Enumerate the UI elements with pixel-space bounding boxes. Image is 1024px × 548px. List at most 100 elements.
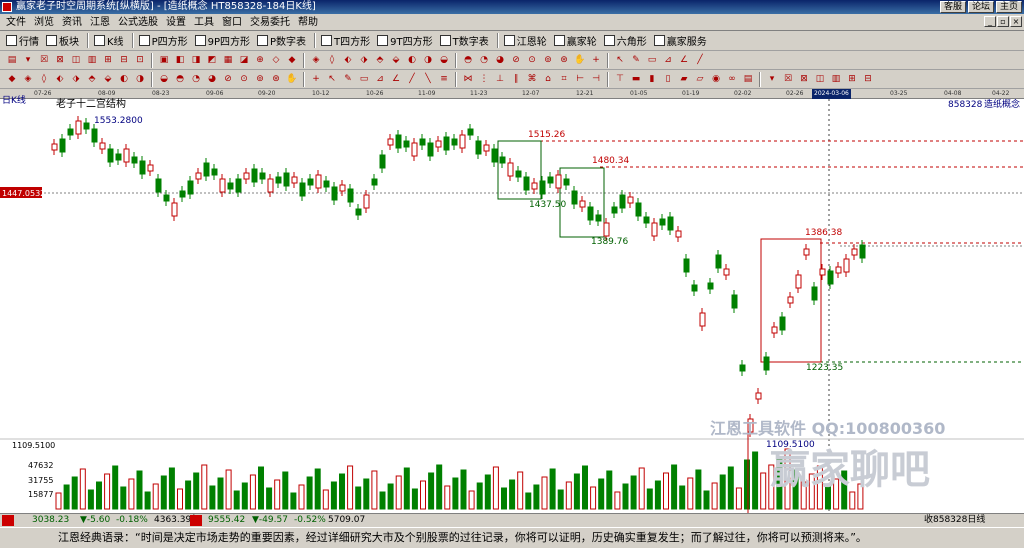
- analysis-tool-icon[interactable]: ◔: [189, 72, 203, 86]
- drawing-tool-icon[interactable]: ◓: [461, 53, 475, 67]
- minimize-icon[interactable]: _: [984, 16, 996, 27]
- drawing-tool-icon[interactable]: ◔: [477, 53, 491, 67]
- analysis-tool-icon[interactable]: ◆: [5, 72, 19, 86]
- drawing-tool-icon[interactable]: ◑: [421, 53, 435, 67]
- analysis-tool-icon[interactable]: ╲: [421, 72, 435, 86]
- toolbar-button-11[interactable]: 六角形: [602, 33, 652, 49]
- analysis-tool-icon[interactable]: ▬: [629, 72, 643, 86]
- drawing-tool-icon[interactable]: ◪: [237, 53, 251, 67]
- toolbar-button-0[interactable]: 行情: [4, 33, 44, 49]
- analysis-tool-icon[interactable]: ▤: [741, 72, 755, 86]
- analysis-tool-icon[interactable]: ▥: [829, 72, 843, 86]
- analysis-tool-icon[interactable]: ⋈: [461, 72, 475, 86]
- drawing-tool-icon[interactable]: ☒: [37, 53, 51, 67]
- analysis-tool-icon[interactable]: ↖: [325, 72, 339, 86]
- drawing-tool-icon[interactable]: ⬘: [373, 53, 387, 67]
- drawing-tool-icon[interactable]: ◆: [285, 53, 299, 67]
- drawing-tool-icon[interactable]: ◫: [69, 53, 83, 67]
- analysis-tool-icon[interactable]: ∞: [725, 72, 739, 86]
- analysis-tool-icon[interactable]: ⊠: [797, 72, 811, 86]
- drawing-tool-icon[interactable]: ⬙: [389, 53, 403, 67]
- drawing-tool-icon[interactable]: ⬗: [357, 53, 371, 67]
- analysis-tool-icon[interactable]: ◊: [37, 72, 51, 86]
- menu-settings[interactable]: 设置: [162, 15, 190, 30]
- close-icon[interactable]: ×: [1010, 16, 1022, 27]
- drawing-tool-icon[interactable]: ▣: [157, 53, 171, 67]
- analysis-tool-icon[interactable]: ⊞: [845, 72, 859, 86]
- drawing-tool-icon[interactable]: ◇: [269, 53, 283, 67]
- analysis-tool-icon[interactable]: ▭: [357, 72, 371, 86]
- analysis-tool-icon[interactable]: ⌘: [525, 72, 539, 86]
- analysis-tool-icon[interactable]: ◕: [205, 72, 219, 86]
- drawing-tool-icon[interactable]: ▤: [5, 53, 19, 67]
- analysis-tool-icon[interactable]: ⊥: [493, 72, 507, 86]
- drawing-tool-icon[interactable]: ⬖: [341, 53, 355, 67]
- drawing-tool-icon[interactable]: ◈: [309, 53, 323, 67]
- drawing-tool-icon[interactable]: ✎: [629, 53, 643, 67]
- menu-gann[interactable]: 江恩: [86, 15, 114, 30]
- analysis-tool-icon[interactable]: ◒: [157, 72, 171, 86]
- drawing-tool-icon[interactable]: ⊟: [117, 53, 131, 67]
- analysis-tool-icon[interactable]: ✎: [341, 72, 355, 86]
- drawing-tool-icon[interactable]: ▾: [21, 53, 35, 67]
- forum-button[interactable]: 论坛: [967, 1, 994, 13]
- analysis-tool-icon[interactable]: ◈: [21, 72, 35, 86]
- analysis-tool-icon[interactable]: ⊟: [861, 72, 875, 86]
- drawing-tool-icon[interactable]: ⊕: [253, 53, 267, 67]
- analysis-tool-icon[interactable]: ⊿: [373, 72, 387, 86]
- analysis-tool-icon[interactable]: ◉: [709, 72, 723, 86]
- toolbar-button-2[interactable]: K线: [92, 33, 129, 49]
- analysis-tool-icon[interactable]: ▾: [765, 72, 779, 86]
- drawing-tool-icon[interactable]: ◩: [205, 53, 219, 67]
- toolbar-button-9[interactable]: 江恩轮: [502, 33, 552, 49]
- analysis-tool-icon[interactable]: ⬘: [85, 72, 99, 86]
- analysis-tool-icon[interactable]: ⊛: [269, 72, 283, 86]
- analysis-tool-icon[interactable]: ⬖: [53, 72, 67, 86]
- drawing-tool-icon[interactable]: ⊙: [525, 53, 539, 67]
- analysis-tool-icon[interactable]: ⊙: [237, 72, 251, 86]
- analysis-tool-icon[interactable]: ▯: [661, 72, 675, 86]
- analysis-tool-icon[interactable]: ⊘: [221, 72, 235, 86]
- drawing-tool-icon[interactable]: ◧: [173, 53, 187, 67]
- drawing-tool-icon[interactable]: ⊿: [661, 53, 675, 67]
- drawing-tool-icon[interactable]: ◒: [437, 53, 451, 67]
- analysis-tool-icon[interactable]: ∠: [389, 72, 403, 86]
- analysis-tool-icon[interactable]: ≡: [437, 72, 451, 86]
- drawing-tool-icon[interactable]: ▦: [221, 53, 235, 67]
- chart-canvas[interactable]: 1447.0532 1553.2800 1515.26 1480.34 1437.50 1…: [0, 99, 1024, 513]
- menu-trade[interactable]: 交易委托: [246, 15, 294, 30]
- analysis-tool-icon[interactable]: ⊢: [573, 72, 587, 86]
- toolbar-button-1[interactable]: 板块: [44, 33, 84, 49]
- drawing-tool-icon[interactable]: ◨: [189, 53, 203, 67]
- analysis-tool-icon[interactable]: ▰: [677, 72, 691, 86]
- drawing-tool-icon[interactable]: ◐: [405, 53, 419, 67]
- drawing-tool-icon[interactable]: ◊: [325, 53, 339, 67]
- menu-browse[interactable]: 浏览: [30, 15, 58, 30]
- drawing-tool-icon[interactable]: +: [589, 53, 603, 67]
- toolbar-button-10[interactable]: 赢家轮: [552, 33, 602, 49]
- service-button[interactable]: 客服: [939, 1, 966, 13]
- analysis-tool-icon[interactable]: ◐: [117, 72, 131, 86]
- toolbar-button-4[interactable]: 9P四方形: [193, 33, 255, 49]
- analysis-tool-icon[interactable]: ⬙: [101, 72, 115, 86]
- drawing-tool-icon[interactable]: ⊛: [557, 53, 571, 67]
- analysis-tool-icon[interactable]: ▮: [645, 72, 659, 86]
- analysis-tool-icon[interactable]: ◑: [133, 72, 147, 86]
- restore-icon[interactable]: ▫: [997, 16, 1009, 27]
- toolbar-button-5[interactable]: P数字表: [255, 33, 311, 49]
- drawing-tool-icon[interactable]: ◕: [493, 53, 507, 67]
- drawing-tool-icon[interactable]: ⊡: [133, 53, 147, 67]
- analysis-tool-icon[interactable]: ◓: [173, 72, 187, 86]
- drawing-tool-icon[interactable]: ✋: [573, 53, 587, 67]
- menu-tools[interactable]: 工具: [190, 15, 218, 30]
- analysis-tool-icon[interactable]: ∥: [509, 72, 523, 86]
- toolbar-button-12[interactable]: 赢家服务: [652, 33, 712, 49]
- drawing-tool-icon[interactable]: ↖: [613, 53, 627, 67]
- drawing-tool-icon[interactable]: ∠: [677, 53, 691, 67]
- analysis-tool-icon[interactable]: ▱: [693, 72, 707, 86]
- drawing-tool-icon[interactable]: ⊚: [541, 53, 555, 67]
- analysis-tool-icon[interactable]: ⬗: [69, 72, 83, 86]
- menu-formula[interactable]: 公式选股: [114, 15, 162, 30]
- drawing-tool-icon[interactable]: ▭: [645, 53, 659, 67]
- homepage-button[interactable]: 主页: [995, 1, 1022, 13]
